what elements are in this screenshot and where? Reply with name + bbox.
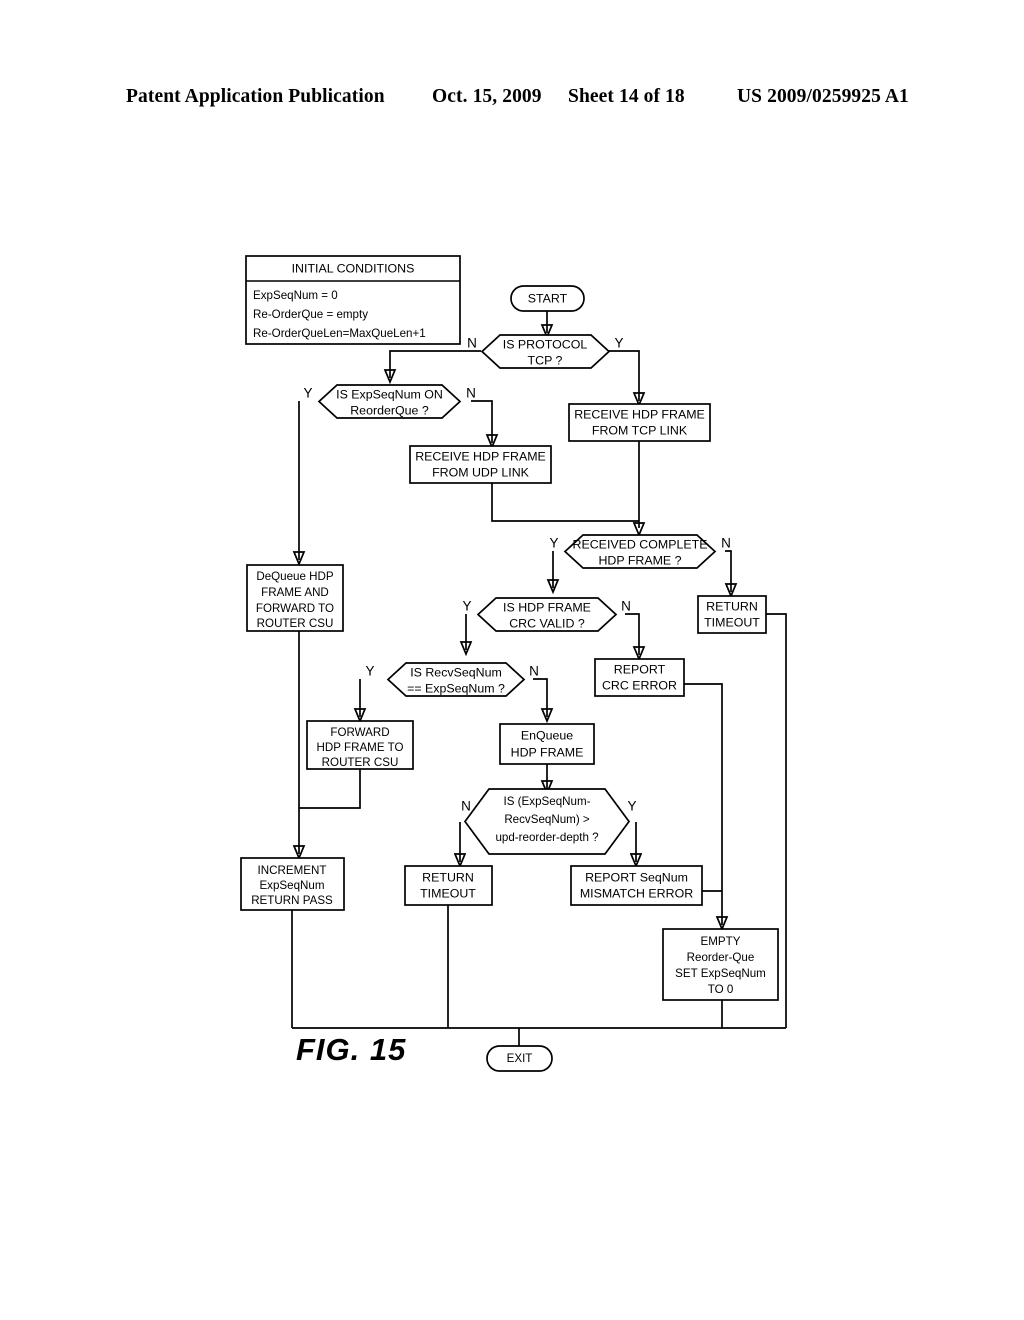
receive-tcp-line-1: RECEIVE HDP FRAME (574, 407, 705, 421)
node-report-seqnum-mismatch: REPORT SeqNum MISMATCH ERROR (570, 865, 703, 906)
is-crc-valid-branch-n: N (621, 599, 631, 614)
dequeue-line-2: FRAME AND (261, 586, 329, 599)
received-complete-line-1: RECEIVED COMPLETE (573, 537, 708, 551)
exit-label: EXIT (507, 1052, 533, 1065)
receive-udp-line-1: RECEIVE HDP FRAME (415, 449, 546, 463)
node-receive-hdp-frame-udp: RECEIVE HDP FRAME FROM UDP LINK (409, 445, 552, 484)
initial-conditions-line-2: Re-OrderQue = empty (253, 308, 368, 321)
increment-line-3: RETURN PASS (251, 894, 333, 907)
enqueue-line-1: EnQueue (521, 728, 573, 742)
patent-page: Patent Application Publication Oct. 15, … (0, 0, 1024, 1320)
empty-line-3: SET ExpSeqNum (675, 967, 766, 980)
is-protocol-tcp-branch-n: N (467, 336, 477, 351)
node-report-crc-error: REPORT CRC ERROR (594, 658, 685, 697)
increment-line-1: INCREMENT (258, 864, 327, 877)
empty-line-1: EMPTY (701, 935, 741, 948)
is-expseqnum-branch-y: Y (303, 386, 312, 401)
initial-conditions-title: INITIAL CONDITIONS (292, 261, 415, 275)
report-crc-error-line-1: REPORT (614, 662, 666, 676)
initial-conditions-line-1: ExpSeqNum = 0 (253, 289, 338, 302)
initial-conditions-line-3: Re-OrderQueLen=MaxQueLen+1 (253, 327, 426, 340)
received-complete-line-2: HDP FRAME ? (598, 553, 681, 567)
node-forward-hdp-frame: FORWARD HDP FRAME TO ROUTER CSU (306, 720, 414, 770)
is-recvseqnum-branch-n: N (529, 664, 539, 679)
forward-line-3: ROUTER CSU (322, 756, 399, 769)
node-dequeue-hdp-frame: DeQueue HDP FRAME AND FORWARD TO ROUTER … (246, 564, 344, 632)
empty-line-2: Reorder-Que (687, 951, 755, 964)
connector-receive-udp-to-merge (491, 483, 639, 522)
node-start: START (510, 285, 585, 312)
receive-tcp-line-2: FROM TCP LINK (592, 423, 688, 437)
node-is-expseqnum-on-reorderque: IS ExpSeqNum ON ReorderQue ? Y N (303, 384, 476, 419)
dequeue-line-4: ROUTER CSU (257, 617, 334, 630)
return-timeout-top-line-2: TIMEOUT (704, 615, 760, 629)
connector-forward-to-increment-bus (299, 769, 361, 809)
is-recvseqnum-branch-y: Y (365, 664, 374, 679)
return-timeout-top-line-1: RETURN (706, 599, 758, 613)
is-crc-valid-line-2: CRC VALID ? (509, 616, 585, 630)
connector-protocol-y-to-receive-tcp (600, 350, 640, 401)
is-crc-valid-line-1: IS HDP FRAME (503, 600, 591, 614)
is-expseqnum-line-1: IS ExpSeqNum ON (336, 387, 443, 401)
node-is-reorder-depth-exceeded: IS (ExpSeqNum- RecvSeqNum) > upd-reorder… (461, 788, 637, 855)
dequeue-line-1: DeQueue HDP (256, 570, 334, 583)
received-complete-branch-y: Y (549, 536, 558, 551)
is-expseqnum-line-2: ReorderQue ? (350, 403, 429, 417)
is-crc-valid-branch-y: Y (462, 599, 471, 614)
connector-crc-n (625, 613, 640, 655)
is-recvseqnum-line-1: IS RecvSeqNum (410, 665, 502, 679)
report-mismatch-line-1: REPORT SeqNum (585, 870, 688, 884)
is-reorder-depth-line-1: IS (ExpSeqNum- (504, 795, 591, 808)
is-expseqnum-branch-n: N (466, 386, 476, 401)
is-protocol-tcp-line-1: IS PROTOCOL (503, 337, 588, 351)
node-enqueue-hdp-frame: EnQueue HDP FRAME (499, 723, 595, 765)
figure-label: FIG. 15 (296, 1032, 407, 1067)
receive-udp-line-2: FROM UDP LINK (432, 465, 530, 479)
node-receive-hdp-frame-tcp: RECEIVE HDP FRAME FROM TCP LINK (568, 403, 711, 442)
is-reorder-depth-line-3: upd-reorder-depth ? (495, 831, 599, 844)
node-is-hdp-frame-crc-valid: IS HDP FRAME CRC VALID ? Y N (462, 597, 631, 632)
enqueue-line-2: HDP FRAME (511, 745, 584, 759)
forward-line-2: HDP FRAME TO (317, 741, 404, 754)
node-increment-expseqnum: INCREMENT ExpSeqNum RETURN PASS (240, 857, 345, 911)
connector-recvseqnum-n (533, 678, 548, 717)
connector-protocol-n-to-expseqnum (389, 350, 481, 378)
connector-expseqnum-n-to-receive-udp (471, 400, 493, 443)
node-is-protocol-tcp: IS PROTOCOL TCP ? N Y (467, 334, 624, 369)
increment-line-2: ExpSeqNum (259, 879, 324, 892)
dequeue-line-3: FORWARD TO (256, 602, 334, 615)
flowchart-figure-15: INITIAL CONDITIONS ExpSeqNum = 0 Re-Orde… (240, 255, 787, 1072)
node-initial-conditions: INITIAL CONDITIONS ExpSeqNum = 0 Re-Orde… (245, 255, 461, 345)
node-received-complete-hdp-frame: RECEIVED COMPLETE HDP FRAME ? Y N (549, 534, 731, 569)
report-mismatch-line-2: MISMATCH ERROR (580, 886, 693, 900)
forward-line-1: FORWARD (330, 726, 389, 739)
node-empty-reorder-que: EMPTY Reorder-Que SET ExpSeqNum TO 0 (662, 928, 779, 1001)
node-return-timeout-bottom: RETURN TIMEOUT (404, 865, 493, 906)
empty-line-4: TO 0 (708, 983, 734, 996)
is-protocol-tcp-branch-y: Y (614, 336, 623, 351)
is-recvseqnum-line-2: == ExpSeqNum ? (407, 681, 505, 695)
is-reorder-depth-branch-n: N (461, 799, 471, 814)
is-reorder-depth-line-2: RecvSeqNum) > (504, 813, 590, 826)
return-timeout-bottom-line-1: RETURN (422, 870, 474, 884)
return-timeout-bottom-line-2: TIMEOUT (420, 886, 476, 900)
is-protocol-tcp-line-2: TCP ? (528, 353, 563, 367)
node-exit: EXIT (486, 1045, 553, 1072)
node-is-recvseqnum-equals-expseqnum: IS RecvSeqNum == ExpSeqNum ? Y N (365, 662, 539, 697)
report-crc-error-line-2: CRC ERROR (602, 678, 677, 692)
received-complete-branch-n: N (721, 536, 731, 551)
start-label: START (528, 291, 568, 305)
node-return-timeout-top: RETURN TIMEOUT (697, 595, 767, 634)
is-reorder-depth-branch-y: Y (627, 799, 636, 814)
